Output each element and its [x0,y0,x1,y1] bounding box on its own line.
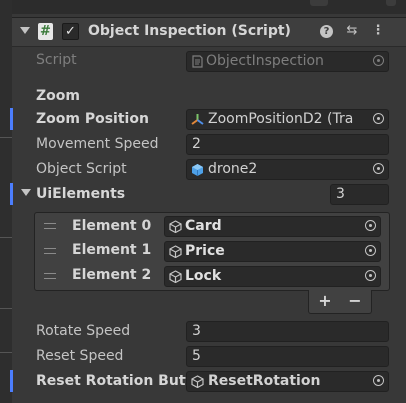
zoom-position-value: ZoomPositionD2 (Tra [208,111,354,127]
element-1-value: Price [185,243,225,259]
reset-rotation-button-label: Reset Rotation Butto [36,373,186,389]
gameobject-cube-icon [191,375,204,388]
gameobject-cube-icon [169,270,182,283]
gutter-divider [0,237,12,238]
script-field: ObjectInspection [186,51,389,72]
drag-handle-icon[interactable] [44,223,56,229]
element-0-value: Card [185,218,222,234]
presets-icon[interactable]: ⇆ [344,23,360,39]
previous-component-strip [0,0,406,14]
element-0-label: Element 0 [72,218,152,234]
foldout-arrow-icon[interactable] [20,27,30,34]
gutter-divider [0,137,12,138]
object-picker-icon[interactable] [365,270,376,281]
csharp-script-icon: # [38,23,53,40]
object-picker-icon[interactable] [373,375,384,386]
context-menu-icon[interactable]: ⋮ [370,23,386,39]
component-enabled-checkbox[interactable]: ✓ [62,23,79,40]
previous-component-stub [310,0,328,6]
help-icon[interactable]: ? [320,25,333,38]
reset-speed-label: Reset Speed [36,348,124,364]
element-2-field[interactable]: Lock [164,266,381,287]
element-1-label: Element 1 [72,242,152,258]
rotate-speed-input[interactable]: 3 [186,321,389,342]
movement-speed-label: Movement Speed [36,136,159,152]
uielements-size-input[interactable]: 3 [330,184,389,205]
uielements-foldout-arrow-icon[interactable] [21,189,31,196]
uielements-label[interactable]: UiElements [36,186,125,202]
component-header[interactable]: # ✓ Object Inspection (Script) ? ⇆ ⋮ [12,17,406,47]
prefab-cube-icon [192,164,203,176]
object-picker-icon [373,55,384,66]
movement-speed-value: 2 [192,136,201,152]
element-0-field[interactable]: Card [164,216,381,237]
add-element-button[interactable]: + [313,291,337,311]
element-2-value: Lock [185,268,222,284]
override-marker [10,370,13,392]
object-script-label: Object Script [36,161,127,177]
uielements-list: Element 0 Card Element 1 Price Element 2 [34,212,390,291]
drag-handle-icon[interactable] [44,248,56,254]
script-label: Script [36,52,77,68]
reset-speed-value: 5 [192,348,201,364]
uielements-size-value: 3 [336,186,345,202]
object-picker-icon[interactable] [373,163,384,174]
object-picker-icon[interactable] [365,245,376,256]
reset-speed-input[interactable]: 5 [186,346,389,367]
gameobject-cube-icon [169,245,182,258]
object-picker-icon[interactable] [373,113,384,124]
rotate-speed-label: Rotate Speed [36,323,131,339]
gutter-divider [0,308,12,309]
object-script-field[interactable]: drone2 [186,159,389,180]
reset-rotation-button-value: ResetRotation [208,373,321,389]
zoom-position-label: Zoom Position [36,111,149,127]
gameobject-cube-icon [169,220,182,233]
component-title: Object Inspection (Script) [88,23,291,39]
element-1-field[interactable]: Price [164,241,381,262]
element-2-label: Element 2 [72,267,152,283]
rotate-speed-value: 3 [192,323,201,339]
object-script-value: drone2 [208,161,258,177]
override-marker [10,183,13,205]
zoom-position-field[interactable]: ZoomPositionD2 (Tra [186,109,389,130]
inspector-panel: # ✓ Object Inspection (Script) ? ⇆ ⋮ Scr… [0,0,406,403]
section-header-zoom: Zoom [36,88,80,104]
override-marker [10,108,13,130]
list-footer: + − [308,290,372,314]
movement-speed-input[interactable]: 2 [186,134,389,155]
drag-handle-icon[interactable] [44,273,56,279]
remove-element-button[interactable]: − [343,291,367,311]
gutter-divider [0,352,12,353]
previous-component-stub [386,0,396,6]
object-picker-icon[interactable] [365,220,376,231]
script-value: ObjectInspection [206,53,324,69]
reset-rotation-button-field[interactable]: ResetRotation [186,371,389,392]
